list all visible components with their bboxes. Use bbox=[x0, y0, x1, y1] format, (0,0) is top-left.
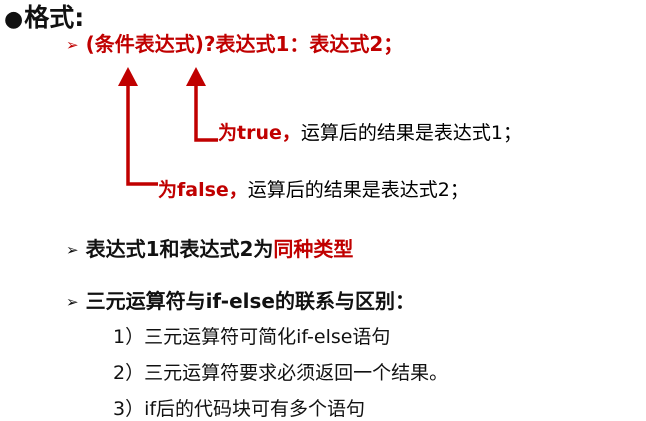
relation-bullet: ➢ 三元运算符与if-else的联系与区别： bbox=[66, 285, 415, 314]
true-keyword: 为true， bbox=[218, 122, 301, 144]
sub-item: 3）if后的代码块可有多个语句 bbox=[113, 398, 366, 420]
false-result-text: 运算后的结果是表达式2； bbox=[247, 179, 469, 201]
same-type-bullet: ➢ 表达式1和表达式2为同种类型 bbox=[66, 233, 353, 262]
relation-text: 三元运算符与if-else的联系与区别： bbox=[85, 289, 415, 313]
false-keyword: 为false， bbox=[158, 179, 248, 201]
same-type-highlight: 同种类型 bbox=[273, 237, 354, 261]
false-result-note: 为false，运算后的结果是表达式2； bbox=[158, 175, 469, 202]
false-arrow-head-icon bbox=[118, 67, 138, 86]
same-type-prefix: 表达式1和表达式2为 bbox=[85, 237, 274, 261]
sub-item: 1）三元运算符可简化if-else语句 bbox=[113, 326, 391, 348]
true-arrow bbox=[186, 67, 218, 142]
false-arrow bbox=[118, 67, 158, 186]
arrow-bullet-icon: ➢ bbox=[66, 293, 79, 311]
true-arrow-line bbox=[194, 84, 218, 142]
false-arrow-line bbox=[126, 84, 158, 186]
arrow-bullet-icon: ➢ bbox=[66, 241, 79, 259]
true-result-note: 为true，运算后的结果是表达式1； bbox=[218, 118, 522, 145]
true-arrow-head-icon bbox=[186, 67, 206, 86]
sub-item: 2）三元运算符要求必须返回一个结果。 bbox=[113, 362, 449, 384]
true-result-text: 运算后的结果是表达式1； bbox=[300, 122, 522, 144]
annotation-arrows bbox=[118, 67, 218, 186]
